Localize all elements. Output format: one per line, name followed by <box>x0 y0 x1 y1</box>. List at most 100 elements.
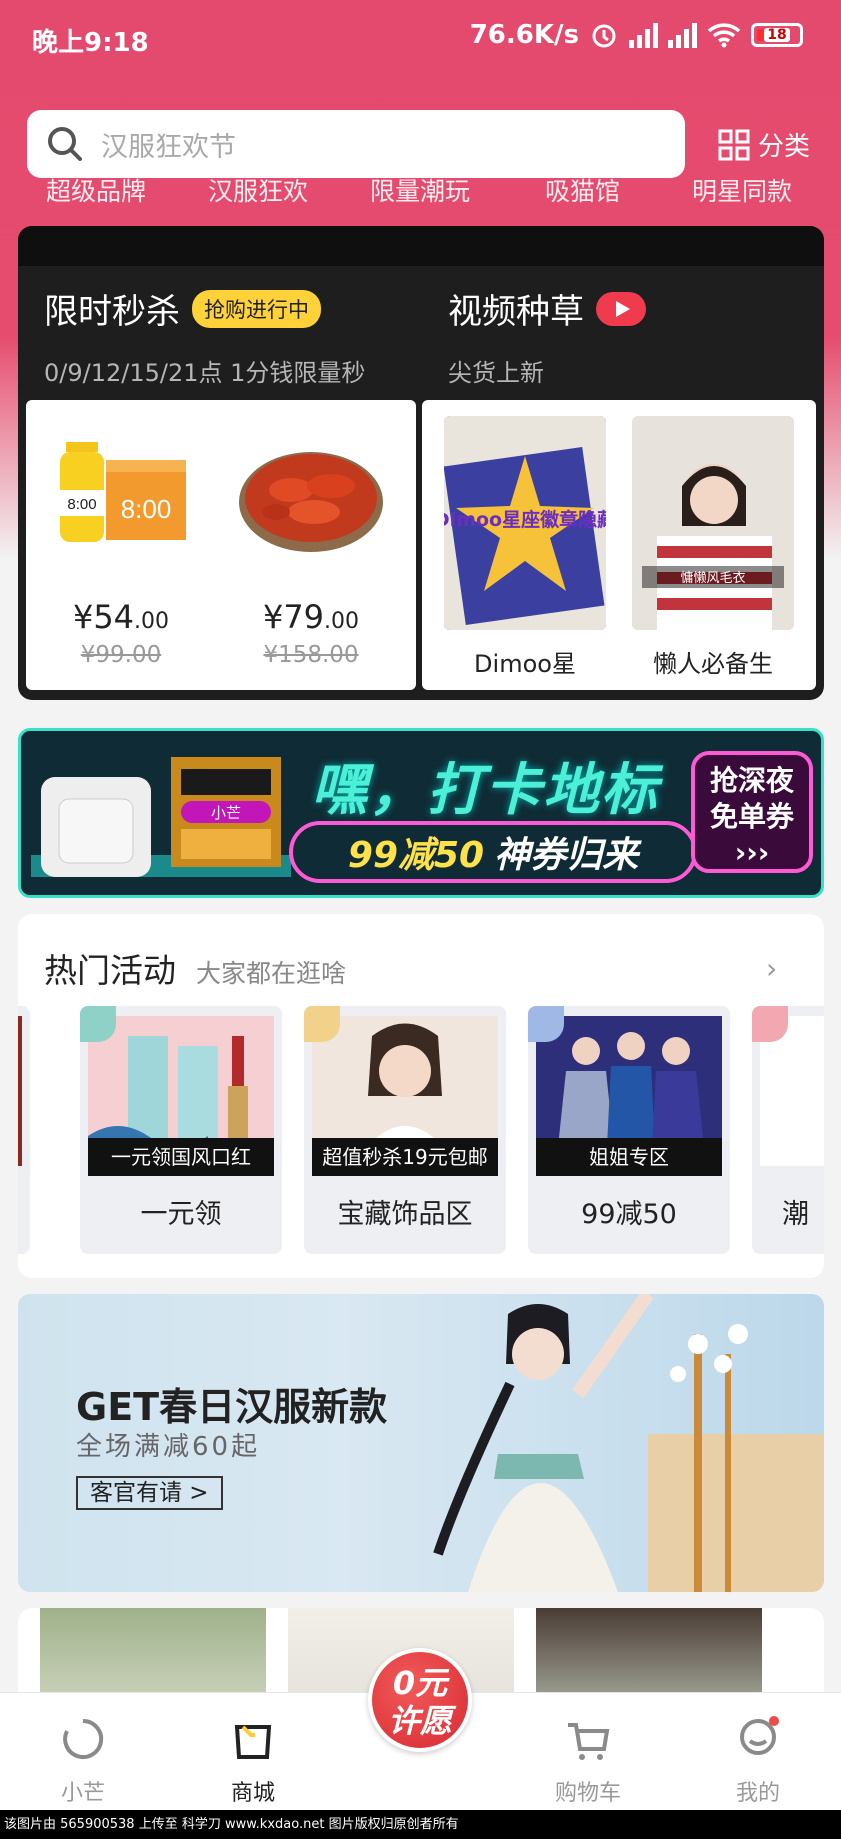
product-price: ¥54.00 <box>36 598 206 636</box>
tab-xiaomang[interactable]: 小芒 <box>18 1693 148 1811</box>
video-card: Dimoo星座徽章隐藏 慵懒风毛衣 Dimoo星 懒人必备生 <box>422 400 816 690</box>
promo-banner[interactable]: 小芒 嘿，打卡地标 99减50 神券归来 抢深夜 免单券 ››› <box>18 728 824 898</box>
status-time: 晚上9:18 <box>32 28 149 58</box>
thumbnail-overlay: 慵懒风毛衣 <box>680 570 745 586</box>
search-placeholder: 汉服狂欢节 <box>101 131 236 163</box>
banner-cta[interactable]: 抢深夜 免单券 ››› <box>691 751 813 873</box>
card-image <box>18 1016 22 1166</box>
card-strip: 超值秒杀19元包邮 <box>312 1138 498 1176</box>
box-text: 8:00 <box>121 494 172 524</box>
hanfu-banner[interactable]: GET春日汉服新款 全场满减60起 客官有请 > <box>18 1294 824 1592</box>
flash-sale-card: 8:00 8:00 ¥54.00 ¥99.00 ¥79.00 ¥158.00 <box>26 400 416 690</box>
battery-level: 18 <box>764 28 790 42</box>
card-label: 潮 <box>782 1199 809 1230</box>
activity-card[interactable]: 潮 <box>752 1006 824 1254</box>
cta-line: 免单券 <box>709 800 794 833</box>
video-subtitle: 尖货上新 <box>448 359 544 387</box>
wish-line: 0元 <box>392 1664 448 1702</box>
category-label: 分类 <box>758 132 811 162</box>
wish-line: 许愿 <box>387 1702 452 1740</box>
price-decimal: .00 <box>134 609 170 634</box>
banner-art: 小芒 <box>31 757 291 877</box>
deal-highlight: 99减50 <box>347 835 485 876</box>
wifi-icon <box>707 23 741 48</box>
price-main: ¥54 <box>72 598 135 636</box>
original-price: ¥99.00 <box>80 642 162 668</box>
tab-mine[interactable]: 我的 <box>693 1693 823 1811</box>
flash-sale-header[interactable]: 限时秒杀 抢购进行中 0/9/12/15/21点 1分钱限量秒 <box>44 284 365 388</box>
zero-yuan-wish-button[interactable]: 0元 许愿 <box>368 1648 472 1752</box>
price-main: ¥79 <box>262 598 325 636</box>
nav-item[interactable]: 明星同款 <box>692 172 792 208</box>
nav-item[interactable]: 吸猫馆 <box>545 172 620 208</box>
star-badge-icon <box>752 1006 788 1042</box>
watermark-footer: 该图片由 565900538 上传至 科学刀 www.kxdao.net 图片版… <box>0 1810 841 1839</box>
card-label: 一元领 <box>140 1199 222 1230</box>
search-icon <box>48 127 82 161</box>
xiaomang-icon <box>63 1718 104 1759</box>
deal-text: 神券归来 <box>494 835 639 876</box>
juice-product-image: 8:00 8:00 <box>60 442 186 542</box>
hanfu-button[interactable]: 客官有请 > <box>76 1476 223 1510</box>
shopping-bag-icon <box>234 1725 272 1759</box>
crayfish-product-image <box>239 452 383 552</box>
alarm-icon <box>592 24 616 48</box>
nav-item[interactable]: 汉服狂欢 <box>208 172 308 208</box>
card-label: 99减50 <box>581 1199 677 1230</box>
original-price: ¥158.00 <box>263 642 359 668</box>
banner-badge: 小芒 <box>211 804 241 822</box>
video-title: 视频种草 <box>448 292 584 332</box>
play-icon <box>596 291 646 326</box>
tab-label: 购物车 <box>554 1781 621 1806</box>
flash-video-panel: 限时秒杀 抢购进行中 0/9/12/15/21点 1分钱限量秒 视频种草 尖货上新… <box>18 226 824 700</box>
activity-card[interactable]: 超值秒杀19元包邮 宝藏饰品区 <box>304 1006 506 1254</box>
search-bar[interactable]: 汉服狂欢节 <box>27 110 685 178</box>
status-bar: 晚上9:18 76.6K/s 18 <box>0 0 841 76</box>
battery-icon: 18 <box>751 23 803 47</box>
bottle-label: 8:00 <box>67 496 96 513</box>
hanfu-banner-art <box>433 1294 824 1592</box>
video-header[interactable]: 视频种草 尖货上新 <box>448 284 646 388</box>
product-item[interactable]: ¥79.00 ¥158.00 <box>226 420 396 668</box>
tab-label: 小芒 <box>60 1781 105 1806</box>
tab-label: 商城 <box>230 1781 275 1806</box>
activity-card[interactable]: 姐姐专区 99减50 <box>528 1006 730 1254</box>
hot-activities-section: 热门活动 大家都在逛啥 › 一元领国风口红 一元领 超值秒杀19元包邮 宝藏饰品… <box>18 914 824 1278</box>
hanfu-subtitle: 全场满减60起 <box>76 1432 261 1462</box>
flash-sale-title: 限时秒杀 <box>44 292 180 332</box>
video-caption: 懒人必备生 <box>653 650 773 678</box>
tab-label: 我的 <box>735 1781 780 1806</box>
banner-deal: 99减50 神券归来 <box>289 821 697 883</box>
chevron-right-icon[interactable]: › <box>766 952 777 985</box>
flash-sale-badge: 抢购进行中 <box>192 289 321 328</box>
panel-top <box>18 226 824 266</box>
banner-headline: 嘿，打卡地标 <box>311 758 659 823</box>
status-icons: 76.6K/s 18 <box>470 20 803 50</box>
thumbnail-overlay: Dimoo星座徽章隐藏 <box>444 508 606 531</box>
product-item[interactable]: 8:00 8:00 ¥54.00 ¥99.00 <box>36 420 206 668</box>
nav-item[interactable]: 超级品牌 <box>46 172 146 208</box>
chevrons-icon: ››› <box>734 836 770 869</box>
video-thumbnail[interactable]: 慵懒风毛衣 <box>632 416 794 630</box>
card-strip: 姐姐专区 <box>536 1138 722 1176</box>
section-title: 热门活动 <box>44 951 176 990</box>
video-thumbnail[interactable]: Dimoo星座徽章隐藏 <box>444 416 606 630</box>
app-screen: 晚上9:18 76.6K/s 18 汉服狂欢节 分类 超级品牌 汉服狂欢 限量潮… <box>0 0 841 1839</box>
tab-mall[interactable]: 商城 <box>188 1693 318 1811</box>
tab-cart[interactable]: 购物车 <box>523 1693 653 1811</box>
section-subtitle: 大家都在逛啥 <box>196 959 347 988</box>
signal-icon <box>629 22 658 48</box>
star-badge-icon <box>80 1006 116 1042</box>
category-button[interactable]: 分类 <box>718 126 810 163</box>
nav-item[interactable]: 限量潮玩 <box>370 172 470 208</box>
sweater-thumbnail-art: 慵懒风毛衣 <box>632 416 794 630</box>
profile-icon <box>740 1716 779 1755</box>
activity-card[interactable] <box>18 1006 30 1254</box>
video-caption: Dimoo星 <box>474 650 576 678</box>
dimoo-thumbnail-art: Dimoo星座徽章隐藏 <box>444 416 606 630</box>
price-decimal: .00 <box>324 609 360 634</box>
activity-card[interactable]: 一元领国风口红 一元领 <box>80 1006 282 1254</box>
cta-line: 抢深夜 <box>709 764 794 797</box>
grid-icon <box>718 129 750 160</box>
flash-sale-subtitle: 0/9/12/15/21点 1分钱限量秒 <box>44 359 366 387</box>
